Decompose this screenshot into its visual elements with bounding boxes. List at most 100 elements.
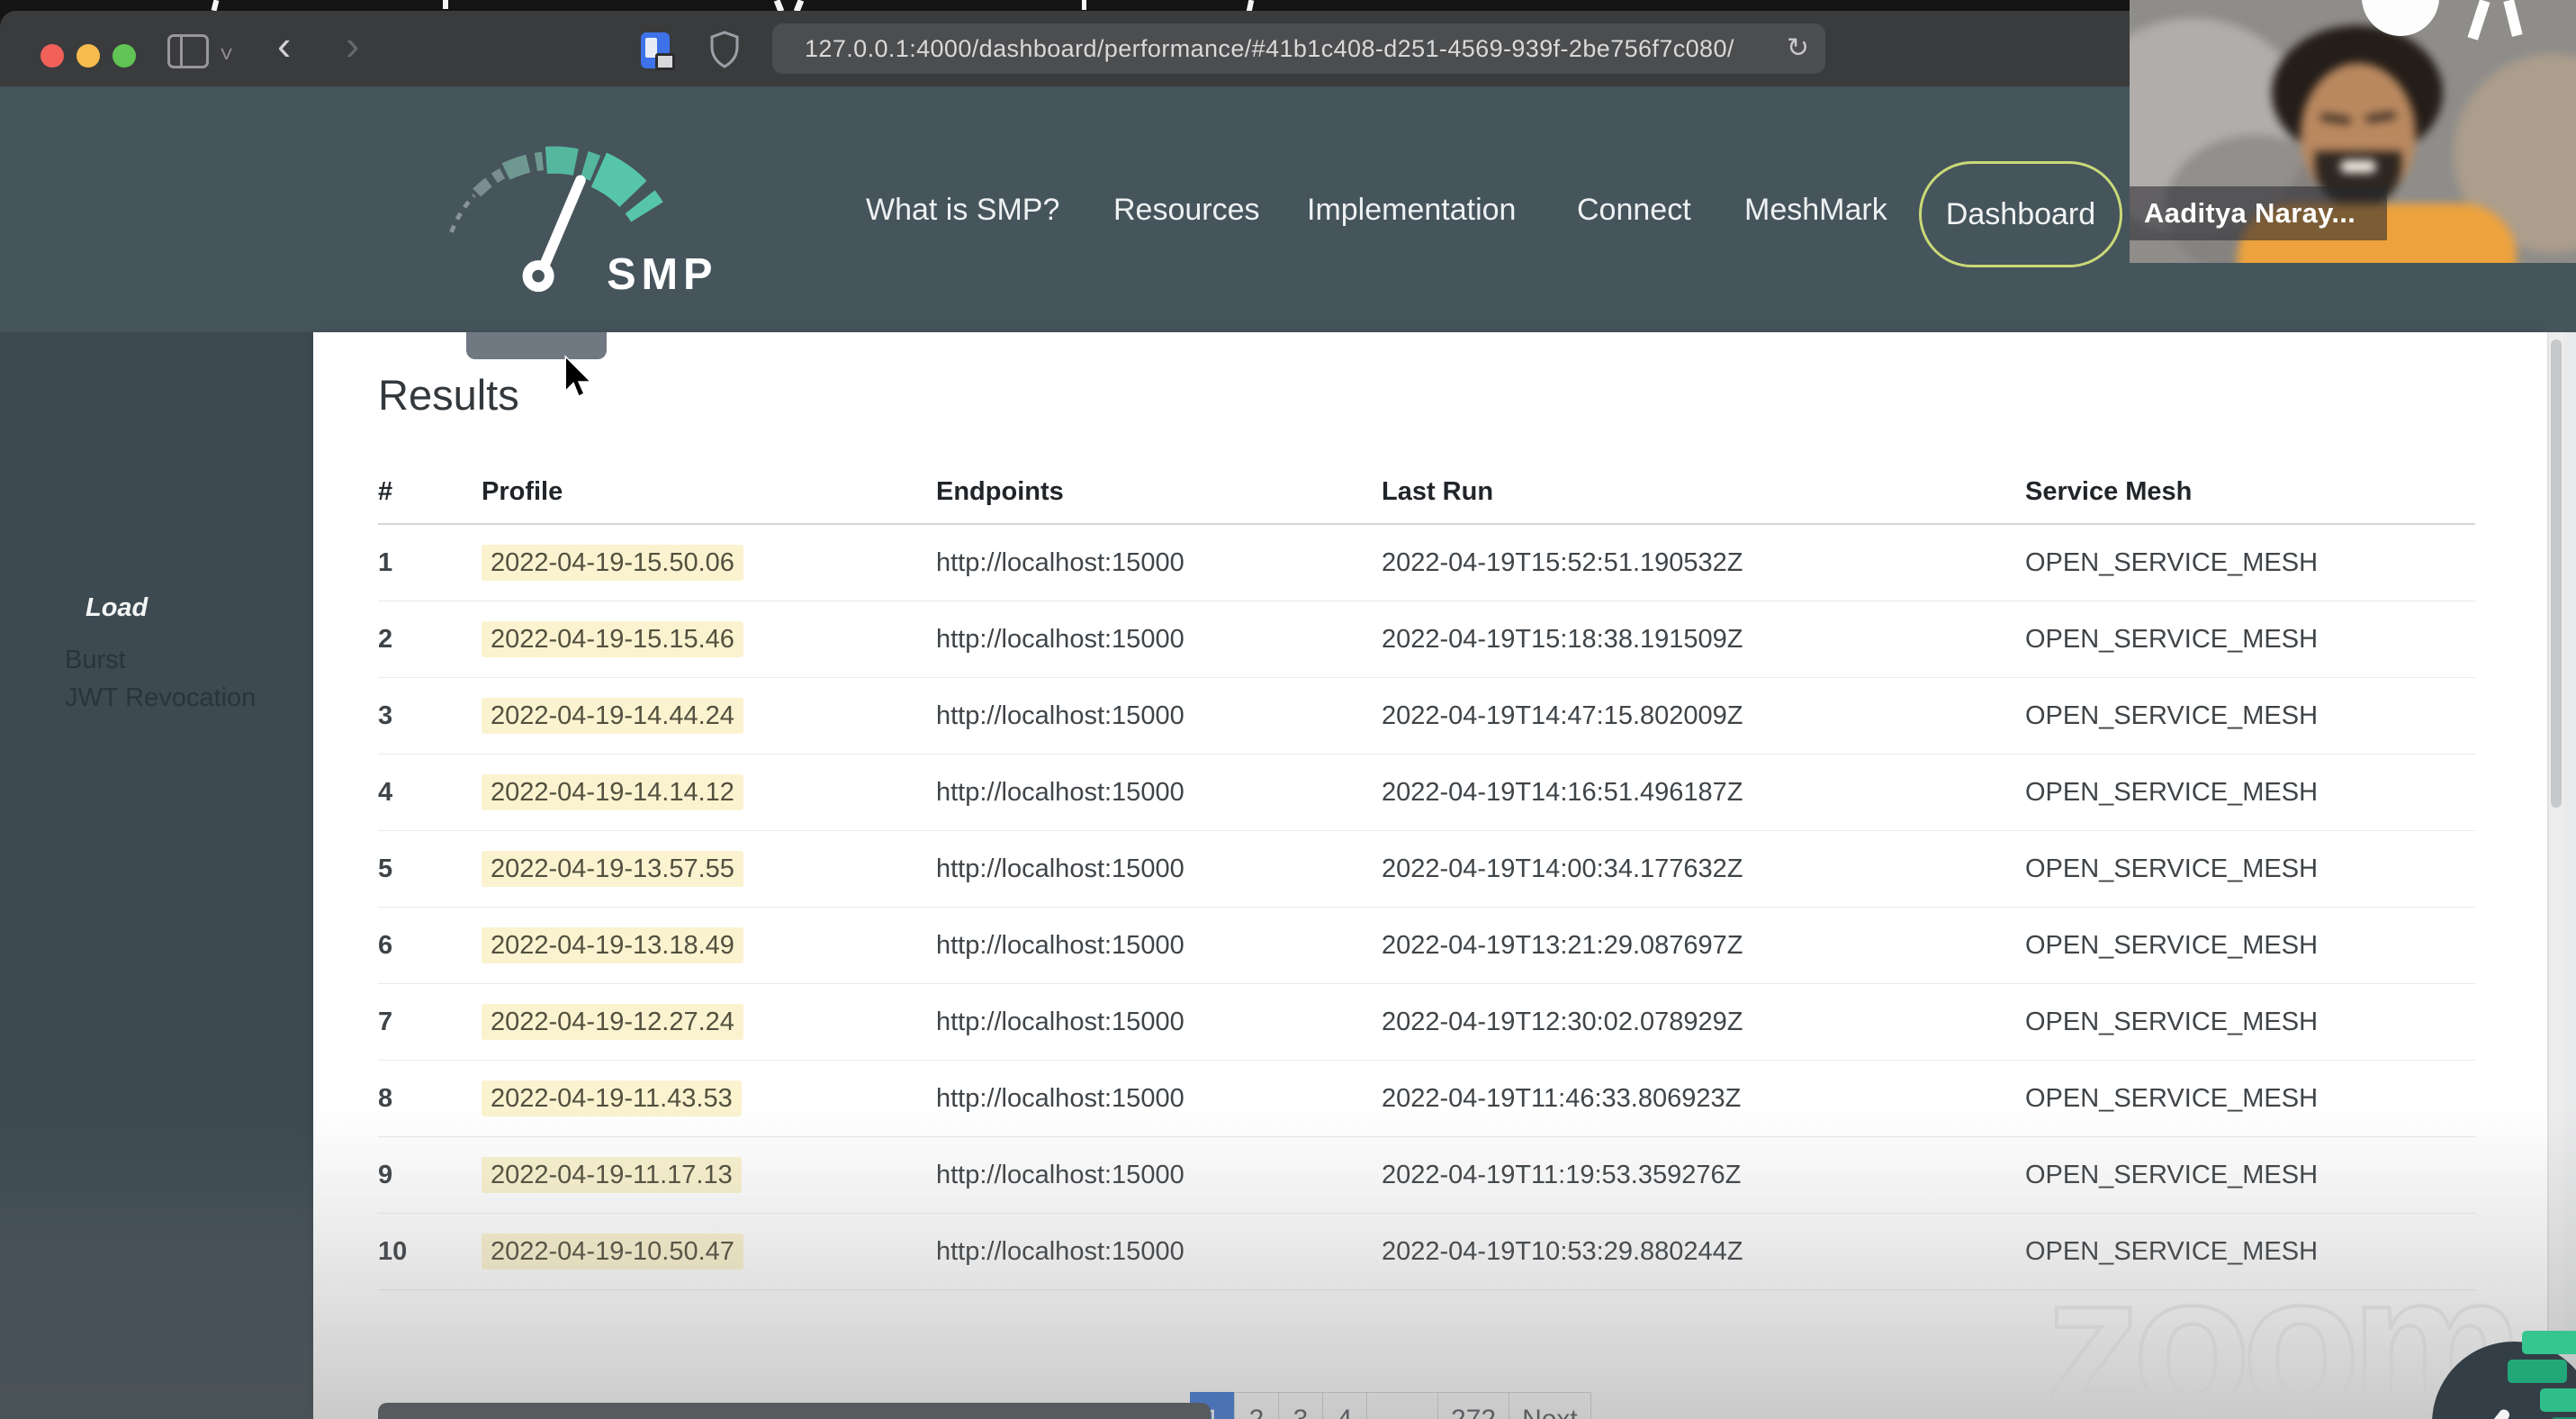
table-row[interactable]: 8 2022-04-19-11.43.53 http://localhost:150… [378, 1060, 2475, 1137]
participant-name-badge: Aaditya Naray... [2130, 186, 2387, 240]
page-gap[interactable] [1366, 1392, 1438, 1419]
nav-item[interactable]: Resources [1113, 193, 1260, 228]
address-bar[interactable]: 127.0.0.1:4000/dashboard/performance/#41… [772, 23, 1825, 74]
table-row[interactable]: 9 2022-04-19-11.17.13 http://localhost:150… [378, 1136, 2475, 1214]
profile-cell: 2022-04-19-12.27.24 [482, 983, 936, 1061]
column-header: Profile [482, 460, 936, 525]
sidebar-item[interactable]: Load [86, 593, 148, 623]
table-header-row: # Profile Endpoints Last Run Service Mesh [378, 460, 2475, 525]
endpoint-cell: http://localhost:15000 [936, 677, 1382, 755]
sidebar-item[interactable]: JWT Revocation [65, 683, 256, 713]
service-mesh-cell: OPEN_SERVICE_MESH [2025, 830, 2475, 908]
row-number: 2 [378, 601, 482, 678]
chevron-down-icon[interactable]: ˅ [220, 41, 233, 68]
endpoint-cell: http://localhost:15000 [936, 1136, 1382, 1214]
page-button[interactable]: 272 [1437, 1392, 1510, 1419]
reload-icon[interactable]: ↻ [1787, 32, 1809, 64]
last-run-cell: 2022-04-19T14:16:51.496187Z [1382, 754, 2025, 831]
sidebar: Load Burst JWT Revocation [0, 332, 313, 1419]
participant-name: Aaditya Naray... [2144, 197, 2356, 229]
row-number: 8 [378, 1060, 482, 1137]
profile-cell: 2022-04-19-10.50.47 [482, 1213, 936, 1290]
last-run-cell: 2022-04-19T14:47:15.802009Z [1382, 677, 2025, 755]
last-run-cell: 2022-04-19T12:30:02.078929Z [1382, 983, 2025, 1061]
last-run-cell: 2022-04-19T14:00:34.177632Z [1382, 830, 2025, 908]
table-row[interactable]: 7 2022-04-19-12.27.24 http://localhost:150… [378, 983, 2475, 1061]
smp-logo-text: SMP [607, 250, 717, 298]
profile-cell: 2022-04-19-13.18.49 [482, 907, 936, 984]
last-run-cell: 2022-04-19T11:19:53.359276Z [1382, 1136, 2025, 1214]
row-number: 6 [378, 907, 482, 984]
service-mesh-cell: OPEN_SERVICE_MESH [2025, 601, 2475, 678]
service-mesh-cell: OPEN_SERVICE_MESH [2025, 1136, 2475, 1214]
endpoint-cell: http://localhost:15000 [936, 524, 1382, 601]
endpoint-cell: http://localhost:15000 [936, 754, 1382, 831]
endpoint-cell: http://localhost:15000 [936, 830, 1382, 908]
table-row[interactable]: 1 2022-04-19-15.50.06 http://localhost:150… [378, 524, 2475, 601]
page-button[interactable]: 4 [1322, 1392, 1367, 1419]
vertical-scrollbar-thumb[interactable] [2551, 339, 2562, 808]
page-button[interactable]: 2 [1234, 1392, 1279, 1419]
page-title: Results [378, 371, 519, 419]
service-mesh-cell: OPEN_SERVICE_MESH [2025, 983, 2475, 1061]
smp-logo[interactable]: SMP [401, 122, 752, 298]
profile-cell: 2022-04-19-11.43.53 [482, 1060, 936, 1137]
zoom-window-button[interactable] [113, 44, 136, 68]
row-number: 9 [378, 1136, 482, 1214]
row-number: 5 [378, 830, 482, 908]
url-text: 127.0.0.1:4000/dashboard/performance/#41… [805, 34, 1734, 62]
sidebar-item[interactable]: Burst [65, 646, 126, 675]
dashboard-page: SMP What is SMP? Resources Implementation C… [0, 86, 2576, 1419]
forward-icon[interactable]: › [346, 24, 359, 66]
nav-item-dashboard[interactable]: Dashboard [1919, 161, 2122, 267]
back-icon[interactable]: ‹ [277, 24, 291, 66]
page-lock-icon[interactable] [641, 32, 675, 70]
row-number: 4 [378, 754, 482, 831]
nav-item[interactable]: What is SMP? [866, 193, 1059, 228]
endpoint-cell: http://localhost:15000 [936, 1213, 1382, 1290]
close-window-button[interactable] [41, 44, 64, 68]
service-mesh-cell: OPEN_SERVICE_MESH [2025, 754, 2475, 831]
minimize-window-button[interactable] [77, 44, 100, 68]
nav-item[interactable]: Connect [1577, 193, 1691, 228]
vertical-scrollbar[interactable] [2549, 332, 2563, 1419]
last-run-cell: 2022-04-19T15:18:38.191509Z [1382, 601, 2025, 678]
service-mesh-cell: OPEN_SERVICE_MESH [2025, 677, 2475, 755]
last-run-cell: 2022-04-19T15:52:51.190532Z [1382, 524, 2025, 601]
smp-fab-s-block [2522, 1331, 2576, 1354]
table-row[interactable]: 5 2022-04-19-13.57.55 http://localhost:150… [378, 830, 2475, 908]
profile-cell: 2022-04-19-14.14.12 [482, 754, 936, 831]
column-header: Last Run [1382, 460, 2025, 525]
column-header: Endpoints [936, 460, 1382, 525]
pagination: 1234272Next [1190, 1392, 1591, 1419]
smp-fab-s-block [2540, 1388, 2576, 1412]
table-row[interactable]: 4 2022-04-19-14.14.12 http://localhost:150… [378, 754, 2475, 831]
column-header: # [378, 460, 482, 525]
table-row[interactable]: 6 2022-04-19-13.18.49 http://localhost:150… [378, 907, 2475, 984]
sidebar-toggle-icon[interactable] [167, 34, 209, 68]
column-header: Service Mesh [2025, 460, 2475, 525]
table-row[interactable]: 3 2022-04-19-14.44.24 http://localhost:150… [378, 677, 2475, 755]
screen: ˅ ‹ › 127.0.0.1:4000/dashboard/performan… [0, 0, 2576, 1419]
nav-item[interactable]: Implementation [1307, 193, 1516, 228]
endpoint-cell: http://localhost:15000 [936, 1060, 1382, 1137]
shield-icon[interactable] [709, 31, 740, 68]
results-table: # Profile Endpoints Last Run Service Mesh 12… [378, 460, 2475, 1290]
table-row[interactable]: 2 2022-04-19-15.15.46 http://localhost:150… [378, 601, 2475, 678]
mouse-cursor [564, 355, 593, 398]
profile-cell: 2022-04-19-15.15.46 [482, 601, 936, 678]
next-page-button[interactable]: Next [1509, 1392, 1591, 1419]
smp-floating-button[interactable] [2432, 1325, 2576, 1419]
horizontal-scrollbar-thumb[interactable] [378, 1403, 1211, 1419]
endpoint-cell: http://localhost:15000 [936, 601, 1382, 678]
profile-cell: 2022-04-19-14.44.24 [482, 677, 936, 755]
endpoint-cell: http://localhost:15000 [936, 907, 1382, 984]
last-run-cell: 2022-04-19T13:21:29.087697Z [1382, 907, 2025, 984]
video-call-tile[interactable]: Aaditya Naray... [2130, 0, 2576, 263]
endpoint-cell: http://localhost:15000 [936, 983, 1382, 1061]
service-mesh-cell: OPEN_SERVICE_MESH [2025, 1060, 2475, 1137]
row-number: 7 [378, 983, 482, 1061]
page-button[interactable]: 3 [1278, 1392, 1323, 1419]
row-number: 1 [378, 524, 482, 601]
nav-item[interactable]: MeshMark [1744, 193, 1887, 228]
